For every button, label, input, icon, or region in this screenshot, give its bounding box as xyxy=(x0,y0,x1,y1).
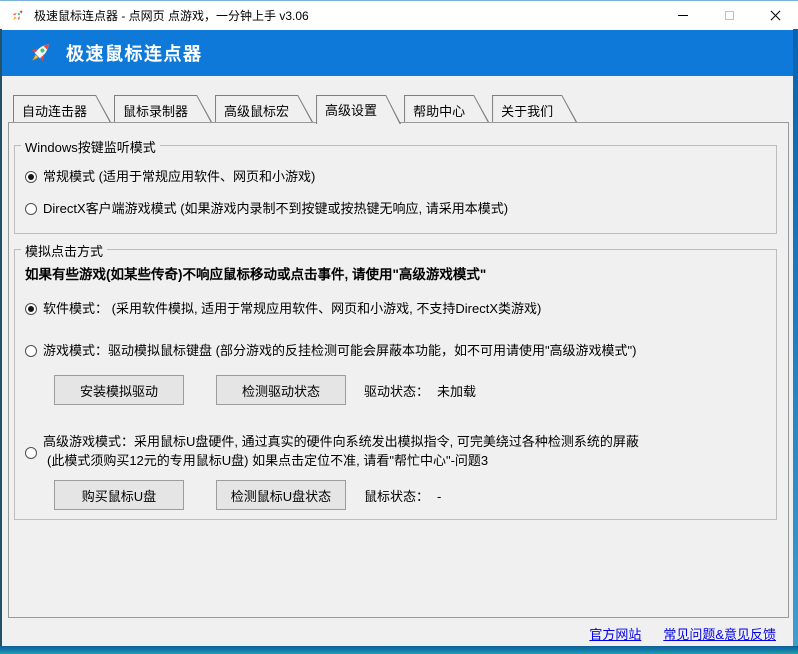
tab-auto-clicker[interactable]: 自动连击器 xyxy=(13,95,111,122)
tab-label: 自动连击器 xyxy=(13,95,111,120)
window-border-right xyxy=(793,29,798,654)
close-icon xyxy=(770,10,781,21)
driver-button-row: 安装模拟驱动 检测驱动状态 驱动状态： 未加载 xyxy=(54,375,776,405)
groupbox-title: 模拟点击方式 xyxy=(21,241,107,260)
maximize-icon xyxy=(725,11,734,20)
radio-icon[interactable] xyxy=(25,345,37,357)
window-border-left xyxy=(0,29,2,654)
app-title: 极速鼠标连点器 xyxy=(66,40,203,66)
install-driver-button[interactable]: 安装模拟驱动 xyxy=(54,375,184,405)
tab-bar: 自动连击器 鼠标录制器 高级鼠标宏 高级设置 帮助中心 关于我们 xyxy=(13,95,580,122)
radio-option-directx-mode[interactable]: DirectX客户端游戏模式 (如果游戏内录制不到按键或按热键无响应, 请采用本… xyxy=(25,200,776,218)
radio-option-software-mode[interactable]: 软件模式： (采用软件模拟, 适用于常规应用软件、网页和小游戏, 不支持Dire… xyxy=(25,300,776,318)
radio-label: 游戏模式：驱动模拟鼠标键盘 (部分游戏的反挂检测可能会屏蔽本功能，如不可用请使用… xyxy=(43,342,637,360)
footer-links: 官方网站 常见问题&意见反馈 xyxy=(589,624,776,643)
window-border-bottom xyxy=(0,646,798,654)
radio-icon[interactable] xyxy=(25,447,37,459)
radio-label: 高级游戏模式：采用鼠标U盘硬件, 通过真实的硬件向系统发出模拟指令, 可完美绕过… xyxy=(43,432,639,470)
radio-label: 常规模式 (适用于常规应用软件、网页和小游戏) xyxy=(43,168,315,186)
check-mouse-usb-status-button[interactable]: 检测鼠标U盘状态 xyxy=(216,480,346,510)
radio-option-advanced-game-mode[interactable]: 高级游戏模式：采用鼠标U盘硬件, 通过真实的硬件向系统发出模拟指令, 可完美绕过… xyxy=(25,432,776,470)
radio-icon[interactable] xyxy=(25,303,37,315)
driver-status-value: 未加载 xyxy=(437,384,476,399)
radio-option-normal-mode[interactable]: 常规模式 (适用于常规应用软件、网页和小游戏) xyxy=(25,168,776,186)
tab-advanced-settings[interactable]: 高级设置 xyxy=(316,95,401,124)
usb-button-row: 购买鼠标U盘 检测鼠标U盘状态 鼠标状态：- xyxy=(54,480,776,510)
advanced-settings-panel: Windows按键监听模式 常规模式 (适用于常规应用软件、网页和小游戏) Di… xyxy=(8,122,789,618)
driver-status: 驱动状态： 未加载 xyxy=(364,381,476,400)
mouse-status: 鼠标状态：- xyxy=(364,486,441,505)
faq-feedback-link[interactable]: 常见问题&意见反馈 xyxy=(663,624,776,643)
tab-help-center[interactable]: 帮助中心 xyxy=(404,95,489,122)
buy-mouse-usb-button[interactable]: 购买鼠标U盘 xyxy=(54,480,184,510)
close-button[interactable] xyxy=(752,1,798,30)
radio-label: 软件模式： (采用软件模拟, 适用于常规应用软件、网页和小游戏, 不支持Dire… xyxy=(43,300,541,318)
tab-about-us[interactable]: 关于我们 xyxy=(492,95,577,122)
app-header: 极速鼠标连点器 xyxy=(0,30,798,76)
radio-option-game-mode[interactable]: 游戏模式：驱动模拟鼠标键盘 (部分游戏的反挂检测可能会屏蔽本功能，如不可用请使用… xyxy=(25,342,776,360)
rocket-icon xyxy=(25,38,55,68)
game-mode-warning-text: 如果有些游戏(如某些传奇)不响应鼠标移动或点击事件, 请使用"高级游戏模式" xyxy=(25,266,776,284)
click-mode-groupbox: 模拟点击方式 如果有些游戏(如某些传奇)不响应鼠标移动或点击事件, 请使用"高级… xyxy=(14,249,777,520)
minimize-icon xyxy=(678,15,688,16)
mouse-status-value: - xyxy=(437,489,441,504)
check-driver-status-button[interactable]: 检测驱动状态 xyxy=(216,375,346,405)
maximize-button[interactable] xyxy=(706,1,752,30)
radio-icon[interactable] xyxy=(25,203,37,215)
advanced-mode-line1: 高级游戏模式：采用鼠标U盘硬件, 通过真实的硬件向系统发出模拟指令, 可完美绕过… xyxy=(43,432,639,451)
tab-label: 高级鼠标宏 xyxy=(215,95,313,120)
minimize-button[interactable] xyxy=(660,1,706,30)
app-rocket-icon xyxy=(9,7,26,24)
listen-mode-groupbox: Windows按键监听模式 常规模式 (适用于常规应用软件、网页和小游戏) Di… xyxy=(14,145,777,234)
tab-label: 鼠标录制器 xyxy=(114,95,212,120)
app-window: 极速鼠标连点器 - 点网页 点游戏，一分钟上手 v3.06 极速鼠标连点器 自动… xyxy=(0,0,798,654)
driver-status-label: 驱动状态： xyxy=(364,384,429,399)
mouse-status-label: 鼠标状态： xyxy=(364,489,429,504)
radio-icon[interactable] xyxy=(25,171,37,183)
tab-label: 高级设置 xyxy=(316,95,401,119)
radio-label: DirectX客户端游戏模式 (如果游戏内录制不到按键或按热键无响应, 请采用本… xyxy=(43,200,508,218)
titlebar: 极速鼠标连点器 - 点网页 点游戏，一分钟上手 v3.06 xyxy=(0,1,798,30)
tab-label: 关于我们 xyxy=(492,95,577,120)
window-title: 极速鼠标连点器 - 点网页 点游戏，一分钟上手 v3.06 xyxy=(34,7,309,24)
window-controls xyxy=(660,1,798,30)
groupbox-title: Windows按键监听模式 xyxy=(21,137,160,156)
tab-advanced-macro[interactable]: 高级鼠标宏 xyxy=(215,95,313,122)
tab-mouse-recorder[interactable]: 鼠标录制器 xyxy=(114,95,212,122)
advanced-mode-line2: (此模式须购买12元的专用鼠标U盘) 如果点击定位不准, 请看"帮忙中心"-问题… xyxy=(43,451,639,470)
window-border-top xyxy=(0,0,798,1)
tab-label: 帮助中心 xyxy=(404,95,489,120)
official-website-link[interactable]: 官方网站 xyxy=(589,624,641,643)
